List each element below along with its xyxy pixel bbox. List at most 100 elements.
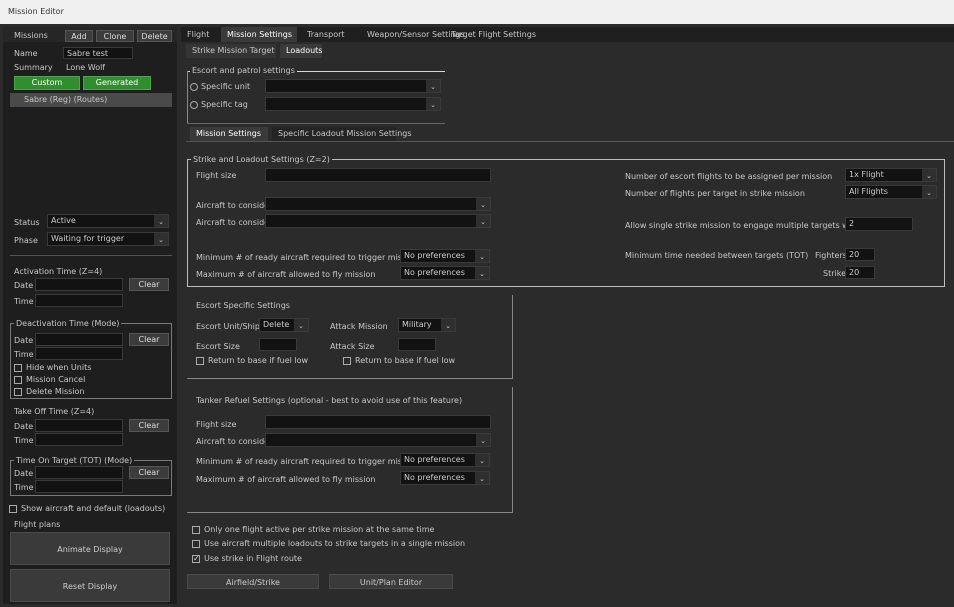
multiple-targets-field[interactable]: 2 bbox=[845, 217, 913, 231]
escort-unit-value: Delete bbox=[263, 320, 290, 329]
escort-size-field[interactable] bbox=[259, 338, 297, 351]
tot-clear-button[interactable]: Clear bbox=[129, 466, 169, 479]
status-select[interactable]: Active ⌄ bbox=[47, 214, 169, 228]
specific-unit-radio[interactable] bbox=[190, 83, 198, 91]
phase-select[interactable]: Waiting for trigger ⌄ bbox=[47, 232, 169, 246]
name-field[interactable]: Sabre test bbox=[63, 47, 133, 59]
strike-label: Strike bbox=[823, 269, 846, 278]
window-title: Mission Editor bbox=[8, 7, 64, 16]
tab-mission-settings[interactable]: Mission Settings bbox=[221, 27, 297, 42]
mission-cancel-checkbox[interactable] bbox=[14, 376, 22, 384]
activation-date-field[interactable] bbox=[35, 278, 123, 291]
escort-flights-select[interactable]: 1x Flight ⌄ bbox=[845, 168, 937, 182]
name-label: Name bbox=[14, 49, 38, 58]
hide-units-label: Hide when Units bbox=[26, 363, 92, 372]
fighters-field[interactable]: 20 bbox=[845, 248, 875, 261]
custom-button[interactable]: Custom bbox=[14, 76, 80, 90]
attack-size-field[interactable] bbox=[398, 338, 436, 351]
activation-clear-button[interactable]: Clear bbox=[129, 278, 169, 291]
rtb-escort-checkbox[interactable] bbox=[196, 357, 204, 365]
strike-field[interactable]: 20 bbox=[845, 266, 875, 279]
takeoff-date-field[interactable] bbox=[35, 419, 123, 432]
tab-target-flight[interactable]: Target Flight Settings bbox=[445, 27, 536, 42]
tanker-aircraft-select[interactable]: ⌄ bbox=[265, 433, 491, 447]
summary-label: Summary bbox=[14, 63, 53, 72]
tanker-min-ready-value: No preferences bbox=[404, 455, 465, 464]
deactivation-date-field[interactable] bbox=[35, 333, 123, 346]
mission-list-item[interactable]: Sabre (Reg) (Routes) bbox=[10, 93, 172, 107]
clone-mission-button[interactable]: Clone bbox=[96, 30, 134, 42]
subtab-mission-settings[interactable]: Mission Settings bbox=[190, 127, 268, 141]
chevron-down-icon: ⌄ bbox=[475, 454, 489, 466]
mission-list-item-label: Sabre (Reg) (Routes) bbox=[24, 95, 108, 104]
deactivation-clear-button[interactable]: Clear bbox=[129, 333, 169, 346]
generated-button[interactable]: Generated bbox=[83, 76, 151, 90]
hide-units-checkbox[interactable] bbox=[14, 364, 22, 372]
takeoff-clear-button[interactable]: Clear bbox=[129, 419, 169, 432]
tanker-max-launch-select[interactable]: No preferences ⌄ bbox=[400, 471, 490, 485]
strike-min-ready-value: No preferences bbox=[404, 251, 465, 260]
reset-display-button[interactable]: Reset Display bbox=[10, 569, 170, 602]
window-titlebar: Mission Editor bbox=[0, 0, 954, 24]
status-label: Status bbox=[14, 218, 40, 227]
strike-max-launch-select[interactable]: No preferences ⌄ bbox=[400, 266, 490, 280]
takeoff-time-field[interactable] bbox=[35, 433, 123, 446]
subtab-loadouts[interactable]: Loadouts bbox=[280, 44, 322, 58]
option-multiple-loadouts-label: Use aircraft multiple loadouts to strike… bbox=[204, 539, 466, 548]
chevron-down-icon: ⌄ bbox=[922, 186, 936, 198]
attack-mission-select[interactable]: Military ⌄ bbox=[398, 318, 456, 332]
aircraft-consider-select-1[interactable]: ⌄ bbox=[265, 197, 491, 211]
deactivation-time-field[interactable] bbox=[35, 347, 123, 360]
show-details-checkbox[interactable] bbox=[9, 505, 17, 513]
specific-unit-select[interactable]: ⌄ bbox=[265, 79, 441, 93]
deactivation-title: Deactivation Time (Mode) bbox=[14, 319, 122, 328]
attack-mission-label: Attack Mission bbox=[330, 322, 388, 331]
fighters-label: Fighters bbox=[815, 251, 847, 260]
add-mission-button[interactable]: Add bbox=[65, 30, 93, 42]
status-value: Active bbox=[51, 216, 76, 225]
escort-flights-value: 1x Flight bbox=[849, 170, 884, 179]
strike-settings-title: Strike and Loadout Settings (Z=2) bbox=[191, 155, 332, 164]
option-one-flight-checkbox[interactable] bbox=[192, 526, 200, 534]
chevron-down-icon: ⌄ bbox=[154, 233, 168, 245]
option-strike-route-checkbox[interactable]: ✓ bbox=[192, 555, 200, 563]
delete-mission-button[interactable]: Delete bbox=[137, 30, 172, 42]
strike-flight-size-field[interactable] bbox=[265, 168, 491, 182]
chevron-down-icon: ⌄ bbox=[426, 98, 440, 110]
specific-tag-radio[interactable] bbox=[190, 101, 198, 109]
airfield-strike-button[interactable]: Airfield/Strike bbox=[187, 574, 319, 589]
unit-plan-editor-button[interactable]: Unit/Plan Editor bbox=[329, 574, 453, 589]
chevron-down-icon: ⌄ bbox=[476, 198, 490, 210]
chevron-down-icon: ⌄ bbox=[475, 250, 489, 262]
tanker-max-launch-value: No preferences bbox=[404, 473, 465, 482]
aircraft-consider-select-2[interactable]: ⌄ bbox=[265, 214, 491, 228]
escort-unit-select[interactable]: Delete ⌄ bbox=[259, 318, 309, 332]
flights-per-target-select[interactable]: All Flights ⌄ bbox=[845, 185, 937, 199]
tab-transport[interactable]: Transport bbox=[301, 27, 357, 42]
tot-date-field[interactable] bbox=[35, 466, 123, 479]
tanker-flight-size-field[interactable] bbox=[265, 415, 491, 429]
chevron-down-icon: ⌄ bbox=[475, 267, 489, 279]
specific-tag-label: Specific tag bbox=[201, 100, 248, 109]
subtab-specific-loadout[interactable]: Specific Loadout Mission Settings bbox=[272, 127, 412, 141]
tanker-min-ready-select[interactable]: No preferences ⌄ bbox=[400, 453, 490, 467]
activation-time-field[interactable] bbox=[35, 294, 123, 307]
activation-title: Activation Time (Z=4) bbox=[14, 267, 103, 276]
missions-label: Missions bbox=[14, 31, 48, 40]
escort-size-label: Escort Size bbox=[196, 342, 240, 351]
strike-min-ready-select[interactable]: No preferences ⌄ bbox=[400, 249, 490, 263]
tab-weapon-sensor[interactable]: Weapon/Sensor Settings bbox=[361, 27, 465, 42]
tot-time-field[interactable] bbox=[35, 480, 123, 493]
phase-label: Phase bbox=[14, 236, 38, 245]
divider bbox=[10, 255, 172, 256]
delete-mission-checkbox[interactable] bbox=[14, 388, 22, 396]
option-multiple-loadouts-checkbox[interactable] bbox=[192, 540, 200, 548]
chevron-down-icon: ⌄ bbox=[476, 215, 490, 227]
subtab-bar: Strike Mission Target Loadouts bbox=[186, 44, 326, 58]
subtab-strike-target[interactable]: Strike Mission Target bbox=[186, 44, 276, 58]
rtb-attack-checkbox[interactable] bbox=[343, 357, 351, 365]
tab-flight[interactable]: Flight bbox=[181, 27, 219, 42]
escort-patrol-bottom bbox=[187, 123, 445, 124]
specific-tag-select[interactable]: ⌄ bbox=[265, 97, 441, 111]
animate-display-button[interactable]: Animate Display bbox=[10, 532, 170, 565]
